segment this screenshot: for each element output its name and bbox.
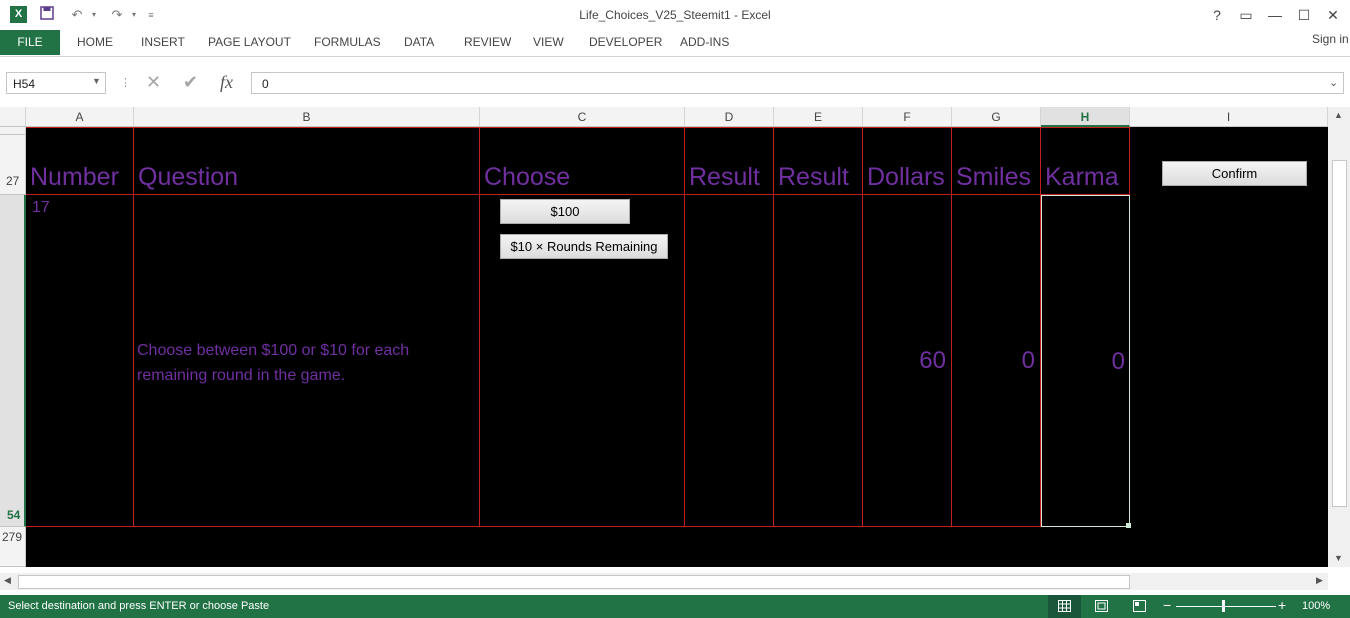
scroll-up-icon[interactable]: ▲ [1334,110,1343,120]
scroll-down-icon[interactable]: ▼ [1334,553,1343,563]
save-icon[interactable] [38,6,56,24]
zoom-slider-thumb[interactable] [1222,600,1225,612]
row-header-54[interactable]: 54 [0,195,26,527]
scroll-right-icon[interactable]: ▶ [1316,575,1323,586]
redo-icon[interactable]: ↷ [108,6,126,24]
zoom-level[interactable]: 100% [1302,600,1330,612]
title-bar: Life_Choices_V25_Steemit1 - Excel X ↶ ▾ … [0,0,1350,30]
ribbon-divider [0,56,1350,57]
more-icon: ⋮ [120,77,131,89]
cell-smiles[interactable]: 0 [952,195,1041,527]
tab-developer[interactable]: DEVELOPER [589,35,662,49]
cell-question[interactable]: Choose between $100 or $10 for each rema… [134,195,480,527]
zoom-slider-track[interactable] [1176,606,1276,607]
normal-view-icon[interactable] [1048,595,1081,618]
option-10-rounds-button[interactable]: $10 × Rounds Remaining [500,234,668,259]
zoom-out-icon[interactable]: − [1163,597,1171,613]
maximize-icon[interactable]: ☐ [1293,6,1315,24]
formula-bar: H54 ▼ ⋮ ✕ ✔ fx 0 ⌄ [0,64,1350,104]
select-all-corner[interactable] [0,107,26,127]
header-cell-result-d[interactable]: Result [685,128,774,195]
tab-file[interactable]: FILE [0,30,60,55]
header-cell-number[interactable]: Number [26,128,134,195]
horizontal-scrollbar[interactable]: ◀ ▶ [0,573,1328,590]
column-header-i[interactable]: I [1130,107,1328,127]
status-message: Select destination and press ENTER or ch… [8,600,270,612]
tab-view[interactable]: VIEW [533,35,564,49]
page-layout-view-icon[interactable] [1095,600,1108,615]
column-header-e[interactable]: E [774,107,863,127]
help-icon[interactable]: ? [1206,6,1228,24]
formula-input[interactable]: 0 [251,72,1344,94]
column-header-d[interactable]: D [685,107,774,127]
close-icon[interactable]: ✕ [1322,6,1344,24]
cell-result-d[interactable] [685,195,774,527]
vertical-scroll-thumb[interactable] [1332,160,1347,507]
ribbon-tabs: FILE HOME INSERT PAGE LAYOUT FORMULAS DA… [0,30,1350,55]
tab-insert[interactable]: INSERT [141,35,185,49]
status-bar: Select destination and press ENTER or ch… [0,595,1350,618]
tab-home[interactable]: HOME [77,35,113,49]
insert-function-icon[interactable]: fx [220,72,233,93]
cell-dollars[interactable]: 60 [863,195,952,527]
cancel-icon[interactable]: ✕ [146,72,161,93]
tab-review[interactable]: REVIEW [464,35,511,49]
row-header-279[interactable]: 279 [0,527,26,567]
undo-icon[interactable]: ↶ [68,6,86,24]
name-box-dropdown-icon[interactable]: ▼ [92,76,101,86]
header-cell-karma[interactable]: Karma [1041,128,1130,195]
tab-add-ins[interactable]: ADD-INS [680,35,729,49]
expand-formula-icon[interactable]: ⌄ [1329,76,1338,89]
sign-in-link[interactable]: Sign in [1312,32,1349,46]
row-header-27[interactable]: 27 [0,135,26,195]
customize-toolbar-icon[interactable]: ≡ [142,6,160,24]
cell-result-e[interactable] [774,195,863,527]
redo-dropdown-icon[interactable]: ▾ [125,6,143,24]
tab-page-layout[interactable]: PAGE LAYOUT [208,35,291,49]
header-cell-question[interactable]: Question [134,128,480,195]
ribbon-display-icon[interactable]: ▭ [1235,6,1257,24]
confirm-button[interactable]: Confirm [1162,161,1307,186]
column-header-h[interactable]: H [1041,107,1130,127]
zoom-in-icon[interactable]: + [1278,597,1286,613]
window-title: Life_Choices_V25_Steemit1 - Excel [579,8,771,22]
page-break-view-icon[interactable] [1133,600,1146,615]
header-cell-result-e[interactable]: Result [774,128,863,195]
column-header-b[interactable]: B [134,107,480,127]
cell-number[interactable]: 17 [26,195,134,527]
column-header-g[interactable]: G [952,107,1041,127]
cell-karma-selected[interactable]: 0 [1041,195,1130,527]
enter-icon[interactable]: ✔ [183,72,198,93]
column-header-c[interactable]: C [480,107,685,127]
column-header-f[interactable]: F [863,107,952,127]
vertical-scrollbar[interactable]: ▲ ▼ [1328,107,1350,567]
scroll-left-icon[interactable]: ◀ [4,575,11,586]
header-cell-smiles[interactable]: Smiles [952,128,1041,195]
header-cell-dollars[interactable]: Dollars [863,128,952,195]
excel-logo-icon: X [10,6,27,23]
undo-dropdown-icon[interactable]: ▾ [85,6,103,24]
horizontal-scroll-thumb[interactable] [18,575,1130,589]
option-100-button[interactable]: $100 [500,199,630,224]
tab-formulas[interactable]: FORMULAS [314,35,381,49]
minimize-icon[interactable]: — [1264,6,1286,24]
header-cell-choose[interactable]: Choose [480,128,685,195]
fill-handle[interactable] [1126,523,1131,528]
row-header-blank[interactable] [0,127,26,135]
column-header-a[interactable]: A [26,107,134,127]
name-box[interactable]: H54 [6,72,106,94]
tab-data[interactable]: DATA [404,35,434,49]
